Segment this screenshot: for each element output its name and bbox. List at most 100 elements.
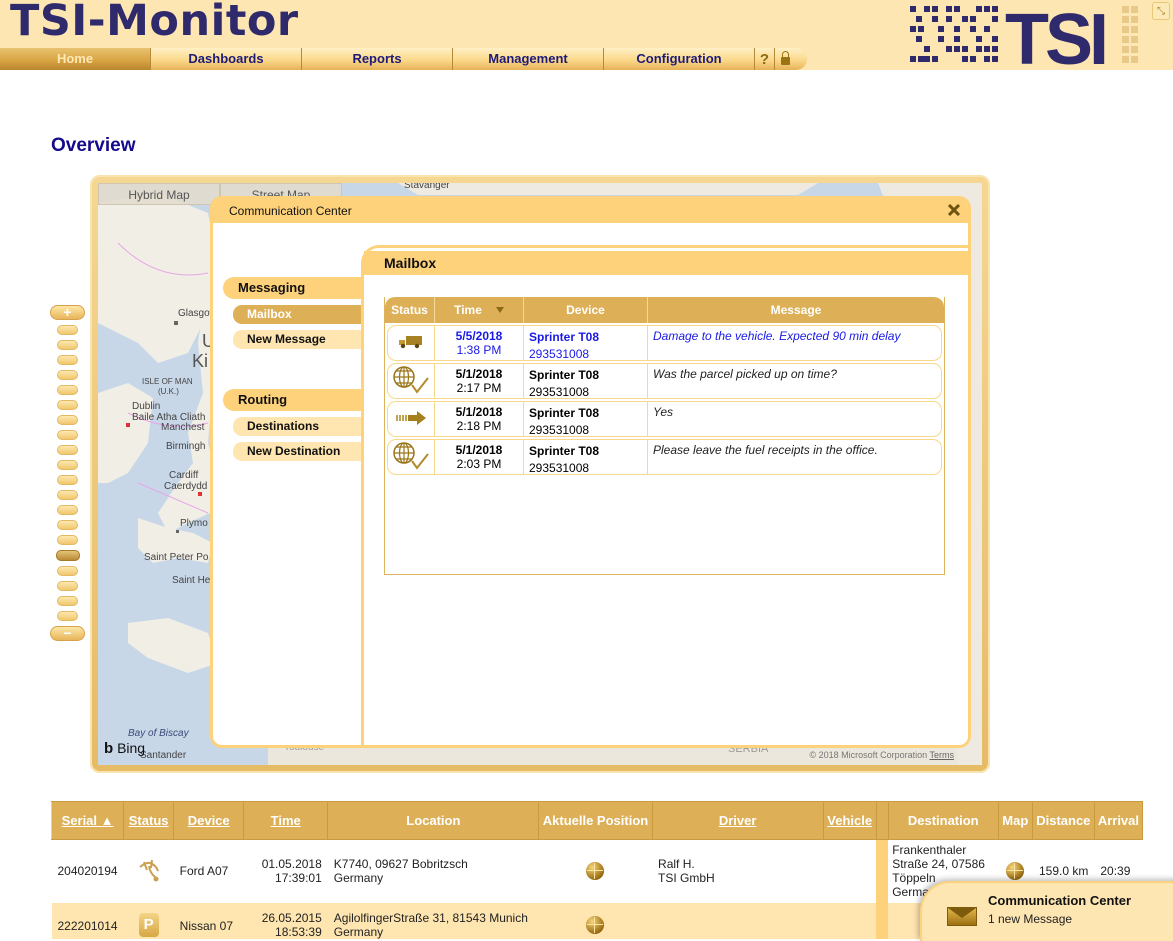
zoom-level-step[interactable]	[57, 566, 78, 576]
globe-icon[interactable]	[586, 862, 605, 881]
sidebar-item-destinations[interactable]: Destinations	[233, 417, 365, 436]
col-time-label: Time	[454, 303, 482, 317]
col-vehicle[interactable]: Vehicle	[822, 801, 877, 840]
cell-message: Was the parcel picked up on time?	[653, 367, 837, 381]
zoom-level-step[interactable]	[57, 370, 78, 380]
zoom-level-step[interactable]	[57, 505, 78, 515]
satellite-icon	[139, 859, 159, 882]
cell-location: AgilolfingerStraße 31, 81543 Munich Germa…	[327, 902, 539, 939]
tsi-logo: TSI	[910, 4, 1138, 66]
zoom-level-step[interactable]	[57, 520, 78, 530]
cell-date: 01.05.2018	[261, 857, 322, 872]
zoom-level-step[interactable]	[57, 460, 78, 470]
cell-position[interactable]	[538, 902, 653, 939]
col-device[interactable]: Device	[173, 801, 245, 840]
zoom-level-step[interactable]	[57, 490, 78, 500]
cell-separator	[876, 839, 889, 903]
col-message[interactable]: Message	[648, 297, 944, 323]
col-status-label: Status	[128, 813, 169, 828]
zoom-level-step[interactable]	[57, 415, 78, 425]
collapse-header-button[interactable]: ⤡	[1152, 2, 1170, 20]
col-status[interactable]: Status	[385, 297, 435, 323]
col-time[interactable]: Time	[243, 801, 329, 840]
mailbox-row[interactable]: 5/1/2018 2:17 PM Sprinter T08 293531008 Was …	[387, 363, 942, 399]
mailbox-row[interactable]: 5/5/2018 1:38 PM Sprinter T08 293531008 Dama…	[387, 325, 942, 361]
zoom-level-step[interactable]	[57, 340, 78, 350]
map-tab-hybrid[interactable]: Hybrid Map	[98, 183, 220, 205]
map-label-manchester: Manchest	[161, 422, 205, 433]
zoom-level-step[interactable]	[57, 430, 78, 440]
col-time[interactable]: Time	[435, 297, 524, 323]
map-zoom-slider[interactable]: + −	[50, 305, 85, 641]
comm-center-notification[interactable]: Communication Center 1 new Message	[920, 881, 1173, 941]
sidebar-item-mailbox[interactable]: Mailbox	[233, 305, 365, 324]
page-title: Overview	[51, 135, 136, 156]
sidebar-section-messaging[interactable]: Messaging	[223, 277, 365, 299]
cell-position[interactable]	[538, 839, 653, 903]
mailbox-title: Mailbox	[364, 251, 968, 275]
device-id: 293531008	[529, 423, 590, 437]
device-name: Sprinter T08	[529, 406, 600, 420]
col-serial[interactable]: Serial ▲	[50, 801, 125, 840]
location-line: K7740, 09627 Bobritzsch	[333, 857, 468, 872]
sidebar-item-new-message[interactable]: New Message	[233, 330, 365, 349]
zoom-out-button[interactable]: −	[50, 626, 85, 641]
zoom-level-step[interactable]	[57, 445, 78, 455]
col-time-label: Time	[270, 813, 301, 828]
sidebar-item-new-destination[interactable]: New Destination	[233, 442, 365, 461]
cell-time: 01.05.2018 17:39:01	[243, 839, 328, 903]
zoom-in-button[interactable]: +	[50, 305, 85, 320]
cell-time: 5/1/2018 2:03 PM	[435, 440, 524, 474]
zoom-level-step[interactable]	[57, 400, 78, 410]
cell-separator	[876, 902, 889, 939]
zoom-level-step[interactable]	[57, 385, 78, 395]
app-header: TSI-Monitor Home Dashboards Reports Mana…	[0, 0, 1173, 70]
location-line: Germany	[333, 871, 384, 886]
lock-button[interactable]	[775, 48, 795, 70]
mailbox-row[interactable]: 5/1/2018 2:18 PM Sprinter T08 293531008 Yes	[387, 401, 942, 437]
map-label-cardiff: Cardiff	[169, 470, 199, 481]
globe-check-icon	[392, 441, 430, 474]
zoom-level-step[interactable]	[57, 355, 78, 365]
message-time: 2:03 PM	[456, 457, 502, 471]
col-driver-label: Driver	[718, 813, 757, 828]
cell-device: Sprinter T08 293531008	[524, 364, 648, 399]
map-label-plymouth: Plymo	[180, 518, 208, 529]
comm-sidebar: Messaging Mailbox New Message Routing De…	[223, 277, 365, 461]
message-date: 5/1/2018	[455, 405, 503, 419]
cell-device: Sprinter T08 293531008	[524, 402, 648, 437]
close-icon[interactable]	[948, 204, 960, 216]
logo-text: TSI	[1005, 4, 1105, 66]
mailbox-table-header: Status Time Device Message	[385, 297, 944, 323]
nav-home[interactable]: Home	[0, 48, 151, 70]
destination-line: Straße 24, 07586	[892, 857, 985, 872]
sidebar-section-routing[interactable]: Routing	[223, 389, 365, 411]
nav-dashboards[interactable]: Dashboards	[151, 48, 302, 70]
nav-reports[interactable]: Reports	[302, 48, 453, 70]
nav-configuration[interactable]: Configuration	[604, 48, 755, 70]
cell-device: Sprinter T08 293531008	[524, 326, 648, 361]
col-device[interactable]: Device	[524, 297, 648, 323]
globe-icon[interactable]	[1006, 862, 1025, 881]
map-label-santander: Santander	[140, 750, 187, 761]
mailbox-row[interactable]: 5/1/2018 2:03 PM Sprinter T08 293531008 Plea…	[387, 439, 942, 475]
globe-icon[interactable]	[586, 915, 605, 934]
message-time: 1:38 PM	[456, 343, 502, 357]
cell-time: 5/5/2018 1:38 PM	[435, 326, 524, 360]
col-status[interactable]: Status	[123, 801, 175, 840]
zoom-level-step[interactable]	[57, 325, 78, 335]
col-map: Map	[997, 801, 1033, 840]
terms-link[interactable]: Terms	[930, 750, 955, 760]
help-button[interactable]: ?	[755, 48, 775, 70]
col-destination: Destination	[887, 801, 999, 840]
zoom-level-step[interactable]	[57, 596, 78, 606]
zoom-level-step[interactable]	[57, 535, 78, 545]
zoom-level-step[interactable]	[57, 581, 78, 591]
cell-status	[388, 440, 435, 474]
col-driver[interactable]: Driver	[651, 801, 824, 840]
zoom-level-step[interactable]	[57, 611, 78, 621]
nav-management[interactable]: Management	[453, 48, 604, 70]
zoom-level-handle[interactable]	[55, 550, 80, 561]
zoom-level-step[interactable]	[57, 475, 78, 485]
message-time: 2:18 PM	[456, 419, 502, 433]
